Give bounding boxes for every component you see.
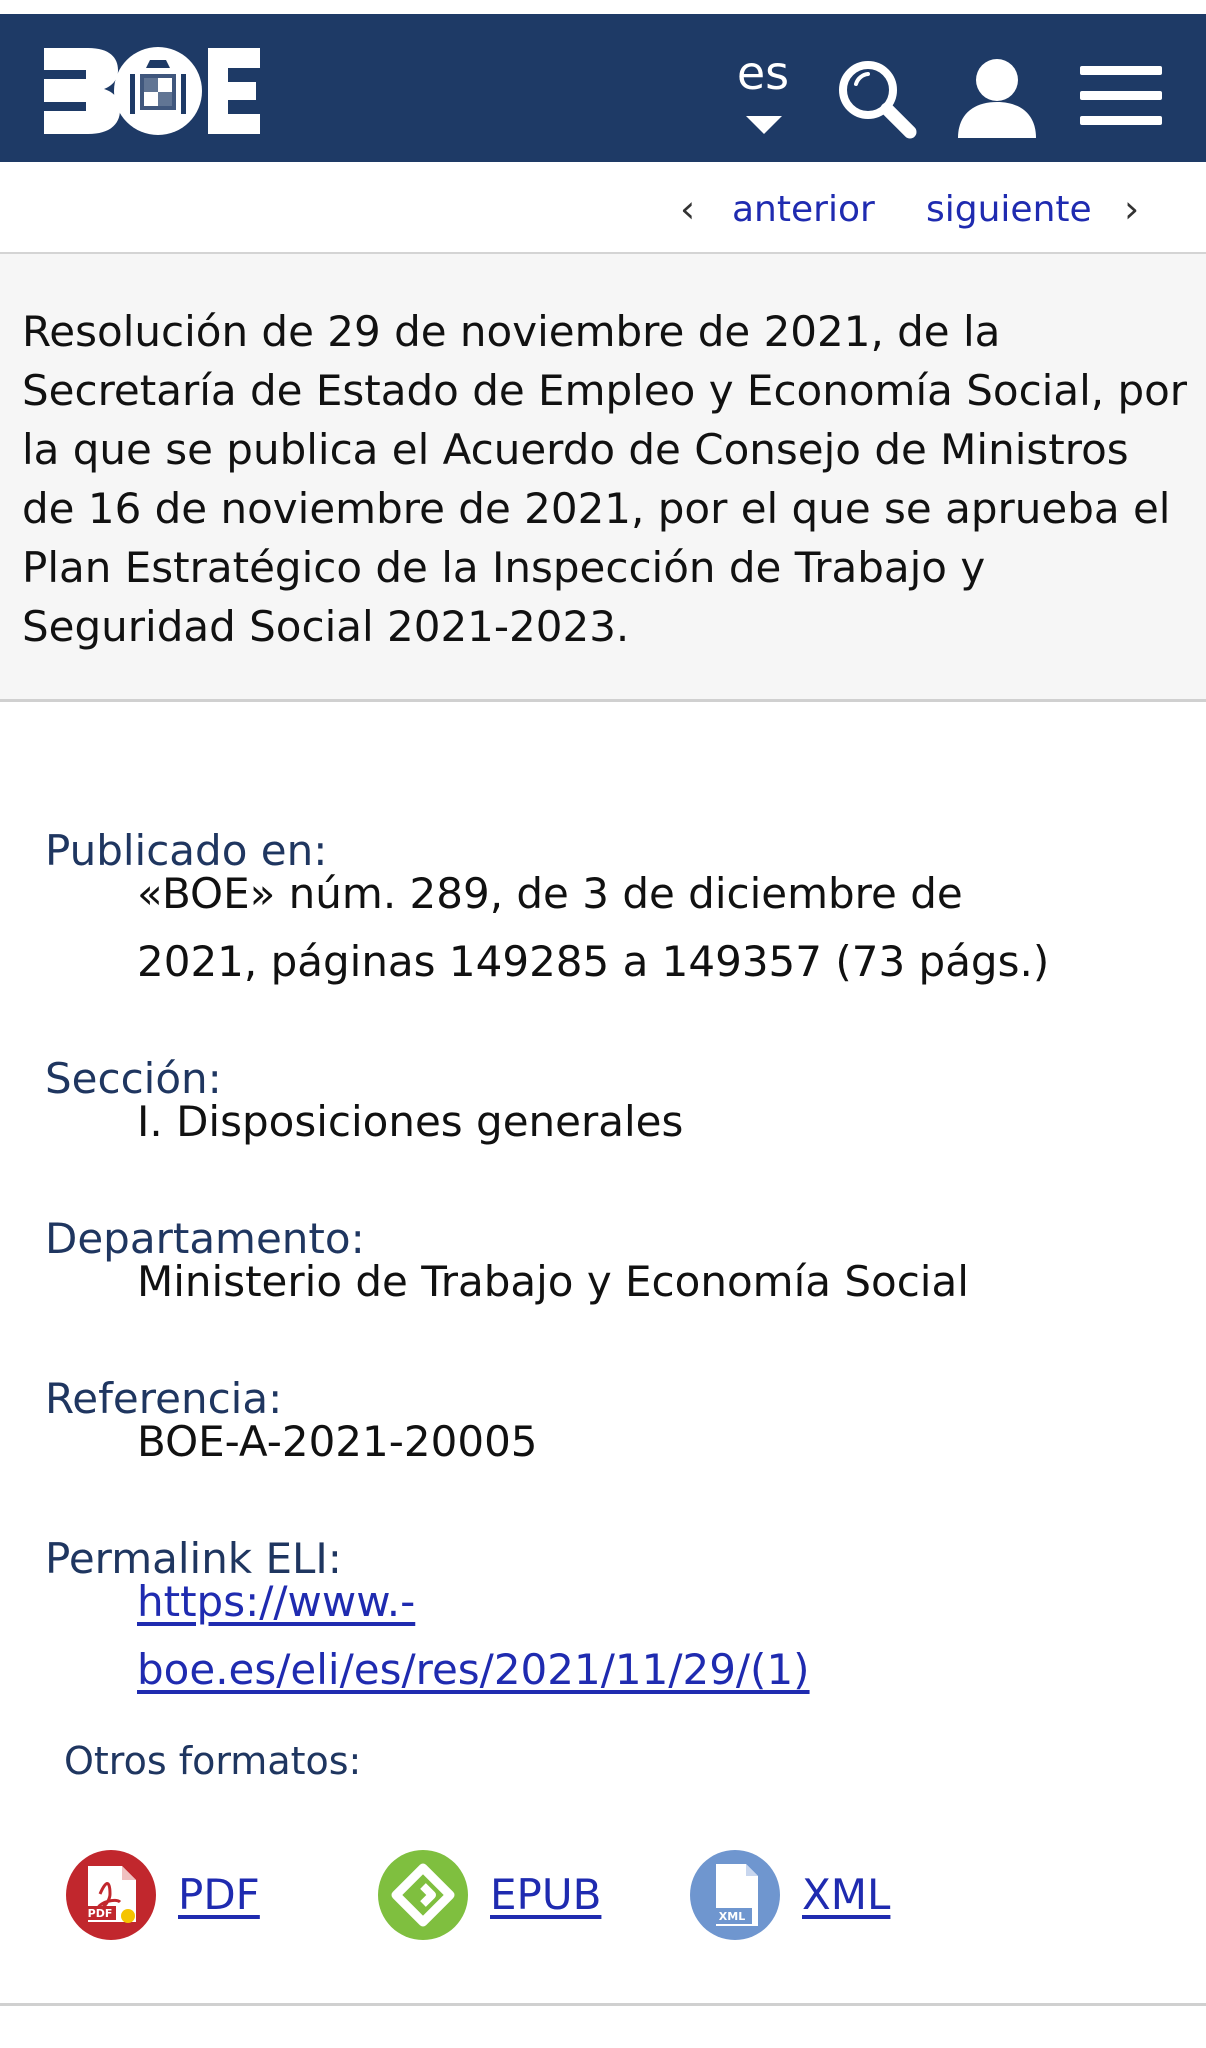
menu-icon[interactable] <box>1080 66 1162 130</box>
xml-icon: XML <box>690 1850 780 1940</box>
permalink-line-1: https://www.- <box>137 1577 416 1626</box>
document-pager: ‹ anterior siguiente › <box>0 162 1206 254</box>
xml-link[interactable]: XML <box>802 1874 890 1916</box>
section-value: I. Disposiciones generales <box>137 1097 684 1146</box>
search-icon[interactable] <box>834 56 918 140</box>
boe-logo[interactable] <box>42 44 262 138</box>
permalink-link[interactable]: https://www.- boe.es/eli/es/res/2021/11/… <box>137 1577 810 1694</box>
published-value: «BOE» núm. 289, de 3 de diciembre de 202… <box>137 860 1177 996</box>
document-title-block: Resolución de 29 de noviembre de 2021, d… <box>0 254 1206 702</box>
permalink-line-2: boe.es/eli/es/res/2021/11/29/(1) <box>137 1645 810 1694</box>
pdf-icon: PDF <box>66 1850 156 1940</box>
department-value: Ministerio de Trabajo y Economía Social <box>137 1257 969 1306</box>
previous-link[interactable]: anterior <box>732 192 875 228</box>
svg-text:XML: XML <box>719 1910 745 1923</box>
svg-text:PDF: PDF <box>88 1907 113 1920</box>
next-link[interactable]: siguiente <box>926 192 1092 228</box>
bottom-divider <box>0 2003 1206 2006</box>
other-formats-label: Otros formatos: <box>64 1739 362 1783</box>
caret-down-icon <box>746 116 782 134</box>
top-header: es <box>0 14 1206 162</box>
epub-icon <box>378 1850 468 1940</box>
reference-value: BOE-A-2021-20005 <box>137 1417 538 1466</box>
language-selector[interactable]: es <box>730 50 796 140</box>
published-line-2: 2021, páginas 149285 a 149357 (73 págs.) <box>137 937 1050 986</box>
chevron-left-icon[interactable]: ‹ <box>680 190 695 228</box>
pdf-link[interactable]: PDF <box>178 1874 260 1916</box>
published-line-1: «BOE» núm. 289, de 3 de diciembre de <box>137 869 963 918</box>
chevron-right-icon[interactable]: › <box>1124 190 1139 228</box>
epub-link[interactable]: EPUB <box>490 1874 601 1916</box>
language-label: es <box>736 46 790 100</box>
user-icon[interactable] <box>956 58 1038 138</box>
document-title: Resolución de 29 de noviembre de 2021, d… <box>22 307 1188 651</box>
permalink-value: https://www.- boe.es/eli/es/res/2021/11/… <box>137 1568 1177 1704</box>
